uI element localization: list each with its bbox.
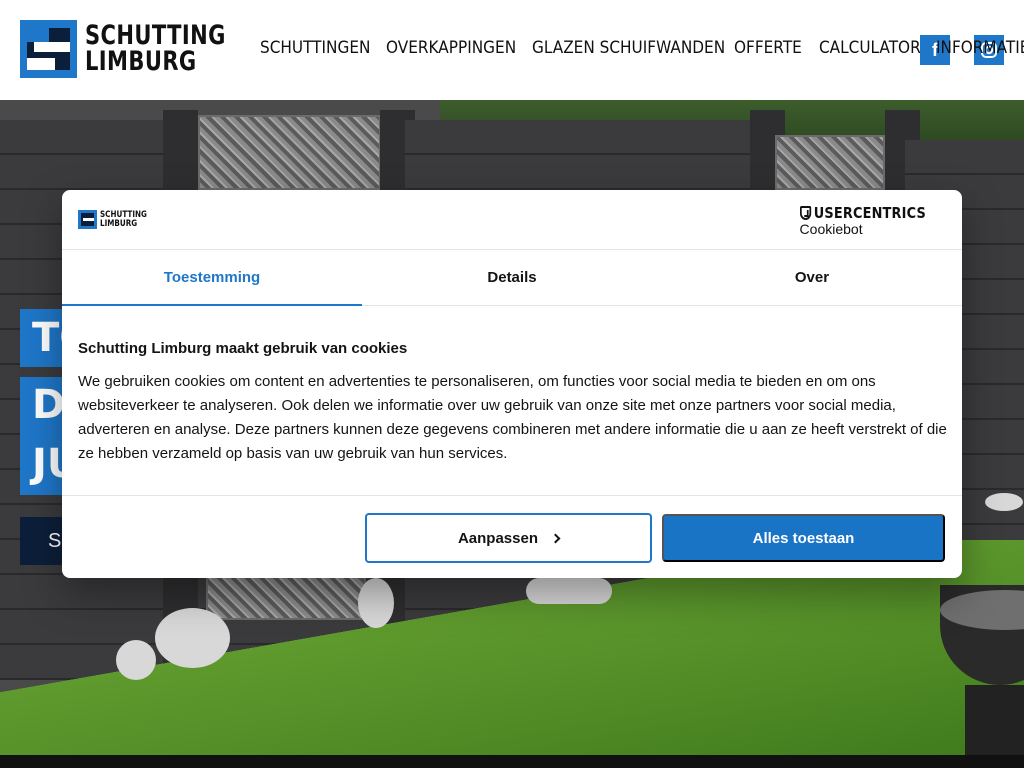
allow-all-button[interactable]: Alles toestaan bbox=[662, 514, 945, 562]
cookiebot-logo[interactable]: USERCENTRICS Cookiebot bbox=[799, 204, 946, 237]
usercentrics-brand: USERCENTRICS bbox=[813, 204, 926, 222]
customize-button[interactable]: Aanpassen bbox=[365, 513, 652, 563]
dialog-tabs: Toestemming Details Over bbox=[62, 250, 962, 306]
usercentrics-shield-icon bbox=[799, 206, 811, 220]
tab-over[interactable]: Over bbox=[662, 250, 962, 305]
dialog-logo-mark-icon bbox=[78, 210, 97, 229]
dialog-description: We gebruiken cookies om content en adver… bbox=[78, 373, 947, 462]
tab-toestemming[interactable]: Toestemming bbox=[62, 250, 362, 306]
customize-button-label: Aanpassen bbox=[457, 529, 539, 547]
dialog-title: Schutting Limburg maakt gebruik van cook… bbox=[78, 340, 408, 357]
dialog-site-logo: SCHUTTING LIMBURG bbox=[78, 210, 159, 229]
dialog-body: Schutting Limburg maakt gebruik van cook… bbox=[78, 340, 948, 466]
chevron-right-icon bbox=[550, 533, 561, 544]
dialog-header: SCHUTTING LIMBURG USERCENTRICS Cookiebot bbox=[62, 190, 962, 250]
dialog-footer: Aanpassen Alles toestaan bbox=[62, 495, 962, 578]
dialog-logo-line-2: LIMBURG bbox=[100, 218, 138, 229]
tab-details[interactable]: Details bbox=[362, 250, 662, 305]
cookiebot-label: Cookiebot bbox=[799, 221, 863, 237]
cookie-consent-dialog: SCHUTTING LIMBURG USERCENTRICS Cookiebot… bbox=[62, 190, 962, 578]
